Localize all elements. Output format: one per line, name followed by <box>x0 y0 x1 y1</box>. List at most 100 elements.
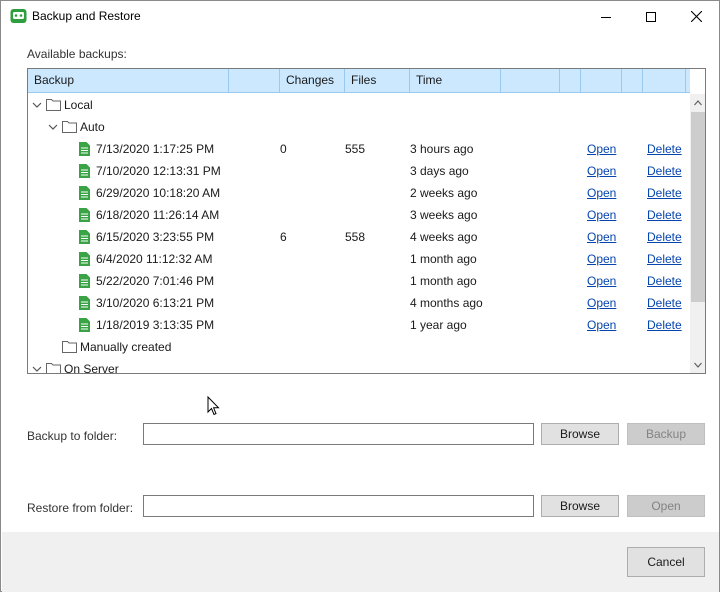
backup-time: 4 weeks ago <box>410 230 478 244</box>
delete-backup-link[interactable]: Delete <box>647 296 682 310</box>
backup-file-icon <box>79 230 90 244</box>
open-backup-link[interactable]: Open <box>587 252 616 266</box>
backup-time: 3 weeks ago <box>410 208 478 222</box>
backup-file-icon <box>79 142 90 156</box>
backup-file-icon <box>79 252 90 266</box>
open-backup-link[interactable]: Open <box>587 274 616 288</box>
backup-row[interactable]: 1/18/2019 3:13:35 PM 1 year ago Open Delete <box>28 314 689 336</box>
delete-backup-link[interactable]: Delete <box>647 142 682 156</box>
chevron-down-icon[interactable] <box>32 100 42 110</box>
backup-files: 555 <box>345 142 366 156</box>
tree-node-manually-created[interactable]: Manually created <box>28 336 689 358</box>
backup-file-icon <box>79 318 90 332</box>
title-bar: Backup and Restore <box>1 1 719 32</box>
backup-row[interactable]: 5/22/2020 7:01:46 PM 1 month ago Open Delet… <box>28 270 689 292</box>
backup-file-icon <box>79 296 90 310</box>
column-header-blank-4[interactable] <box>581 69 622 92</box>
backup-changes: 0 <box>280 142 287 156</box>
backup-time: 4 months ago <box>410 296 483 310</box>
backup-name: 6/4/2020 11:12:32 AM <box>96 252 213 266</box>
restore-browse-button[interactable]: Browse <box>541 495 619 517</box>
backup-time: 3 days ago <box>410 164 469 178</box>
folder-icon <box>62 121 77 133</box>
backup-changes: 6 <box>280 230 287 244</box>
close-button[interactable] <box>673 1 719 32</box>
backup-button[interactable]: Backup <box>627 423 705 445</box>
cancel-button[interactable]: Cancel <box>627 547 705 577</box>
dialog-footer: Cancel <box>2 532 719 592</box>
backup-name: 7/10/2020 12:13:31 PM <box>96 164 221 178</box>
column-header-blank-1[interactable] <box>229 69 280 92</box>
open-backup-link[interactable]: Open <box>587 230 616 244</box>
column-header-backup[interactable]: Backup <box>28 69 229 92</box>
delete-backup-link[interactable]: Delete <box>647 230 682 244</box>
close-icon <box>690 11 702 22</box>
delete-backup-link[interactable]: Delete <box>647 164 682 178</box>
backup-row[interactable]: 6/4/2020 11:12:32 AM 1 month ago Open Delet… <box>28 248 689 270</box>
minimize-button[interactable] <box>583 1 629 32</box>
column-header-time[interactable]: Time <box>410 69 501 92</box>
backup-file-icon <box>79 274 90 288</box>
column-header-blank-6[interactable] <box>643 69 686 92</box>
backup-row[interactable]: 7/10/2020 12:13:31 PM 3 days ago Open Delet… <box>28 160 689 182</box>
column-header-blank-3[interactable] <box>560 69 581 92</box>
backup-browse-button[interactable]: Browse <box>541 423 619 445</box>
backup-name: 1/18/2019 3:13:35 PM <box>96 318 215 332</box>
backup-row[interactable]: 6/15/2020 3:23:55 PM 6 558 4 weeks ago Open D… <box>28 226 689 248</box>
open-backup-link[interactable]: Open <box>587 296 616 310</box>
window-title: Backup and Restore <box>32 9 141 23</box>
scroll-up-icon[interactable] <box>694 100 702 106</box>
tree-node-label: Auto <box>80 120 105 134</box>
open-backup-link[interactable]: Open <box>587 208 616 222</box>
open-backup-link[interactable]: Open <box>587 164 616 178</box>
restore-folder-input[interactable] <box>143 495 534 517</box>
open-backup-link[interactable]: Open <box>587 142 616 156</box>
column-header-changes[interactable]: Changes <box>280 69 345 92</box>
backup-row[interactable]: 6/29/2020 10:18:20 AM 2 weeks ago Open Dele… <box>28 182 689 204</box>
folder-icon <box>62 341 77 353</box>
backups-tree[interactable]: Backup Changes Files Time Local Auto 7/1… <box>27 68 706 374</box>
backup-name: 6/18/2020 11:26:14 AM <box>96 208 220 222</box>
backup-time: 1 year ago <box>410 318 467 332</box>
chevron-down-icon[interactable] <box>48 122 58 132</box>
column-header-files[interactable]: Files <box>345 69 410 92</box>
backup-time: 2 weeks ago <box>410 186 478 200</box>
backup-name: 6/29/2020 10:18:20 AM <box>96 186 221 200</box>
open-backup-link[interactable]: Open <box>587 186 616 200</box>
delete-backup-link[interactable]: Delete <box>647 318 682 332</box>
open-backup-link[interactable]: Open <box>587 318 616 332</box>
scroll-down-icon[interactable] <box>694 362 702 368</box>
scrollbar-thumb[interactable] <box>691 112 705 302</box>
delete-backup-link[interactable]: Delete <box>647 274 682 288</box>
column-header-blank-2[interactable] <box>501 69 560 92</box>
backup-name: 5/22/2020 7:01:46 PM <box>96 274 215 288</box>
vertical-scrollbar[interactable] <box>690 94 705 373</box>
backup-row[interactable]: 7/13/2020 1:17:25 PM 0 555 3 hours ago Open D… <box>28 138 689 160</box>
tree-node-on-server[interactable]: On Server <box>28 358 689 374</box>
backup-name: 3/10/2020 6:13:21 PM <box>96 296 215 310</box>
backup-row[interactable]: 3/10/2020 6:13:21 PM 4 months ago Open Dele… <box>28 292 689 314</box>
tree-node-auto[interactable]: Auto <box>28 116 689 138</box>
backup-name: 7/13/2020 1:17:25 PM <box>96 142 215 156</box>
backup-time: 3 hours ago <box>410 142 474 156</box>
delete-backup-link[interactable]: Delete <box>647 208 682 222</box>
minimize-icon <box>601 16 611 18</box>
backup-folder-input[interactable] <box>143 423 534 445</box>
chevron-down-icon[interactable] <box>32 364 42 374</box>
tree-node-label: On Server <box>64 362 119 374</box>
maximize-button[interactable] <box>628 1 674 32</box>
backup-time: 1 month ago <box>410 252 477 266</box>
backup-file-icon <box>79 186 90 200</box>
delete-backup-link[interactable]: Delete <box>647 186 682 200</box>
folder-icon <box>46 99 61 111</box>
backup-files: 558 <box>345 230 366 244</box>
backup-restore-window: Backup and Restore Available backups: Ba… <box>0 0 720 592</box>
tree-node-local[interactable]: Local <box>28 94 689 116</box>
tree-node-label: Manually created <box>80 340 172 354</box>
backup-file-icon <box>79 164 90 178</box>
backup-row[interactable]: 6/18/2020 11:26:14 AM 3 weeks ago Open Dele… <box>28 204 689 226</box>
tree-node-label: Local <box>64 98 93 112</box>
delete-backup-link[interactable]: Delete <box>647 252 682 266</box>
restore-open-button[interactable]: Open <box>627 495 705 517</box>
column-header-blank-5[interactable] <box>622 69 643 92</box>
